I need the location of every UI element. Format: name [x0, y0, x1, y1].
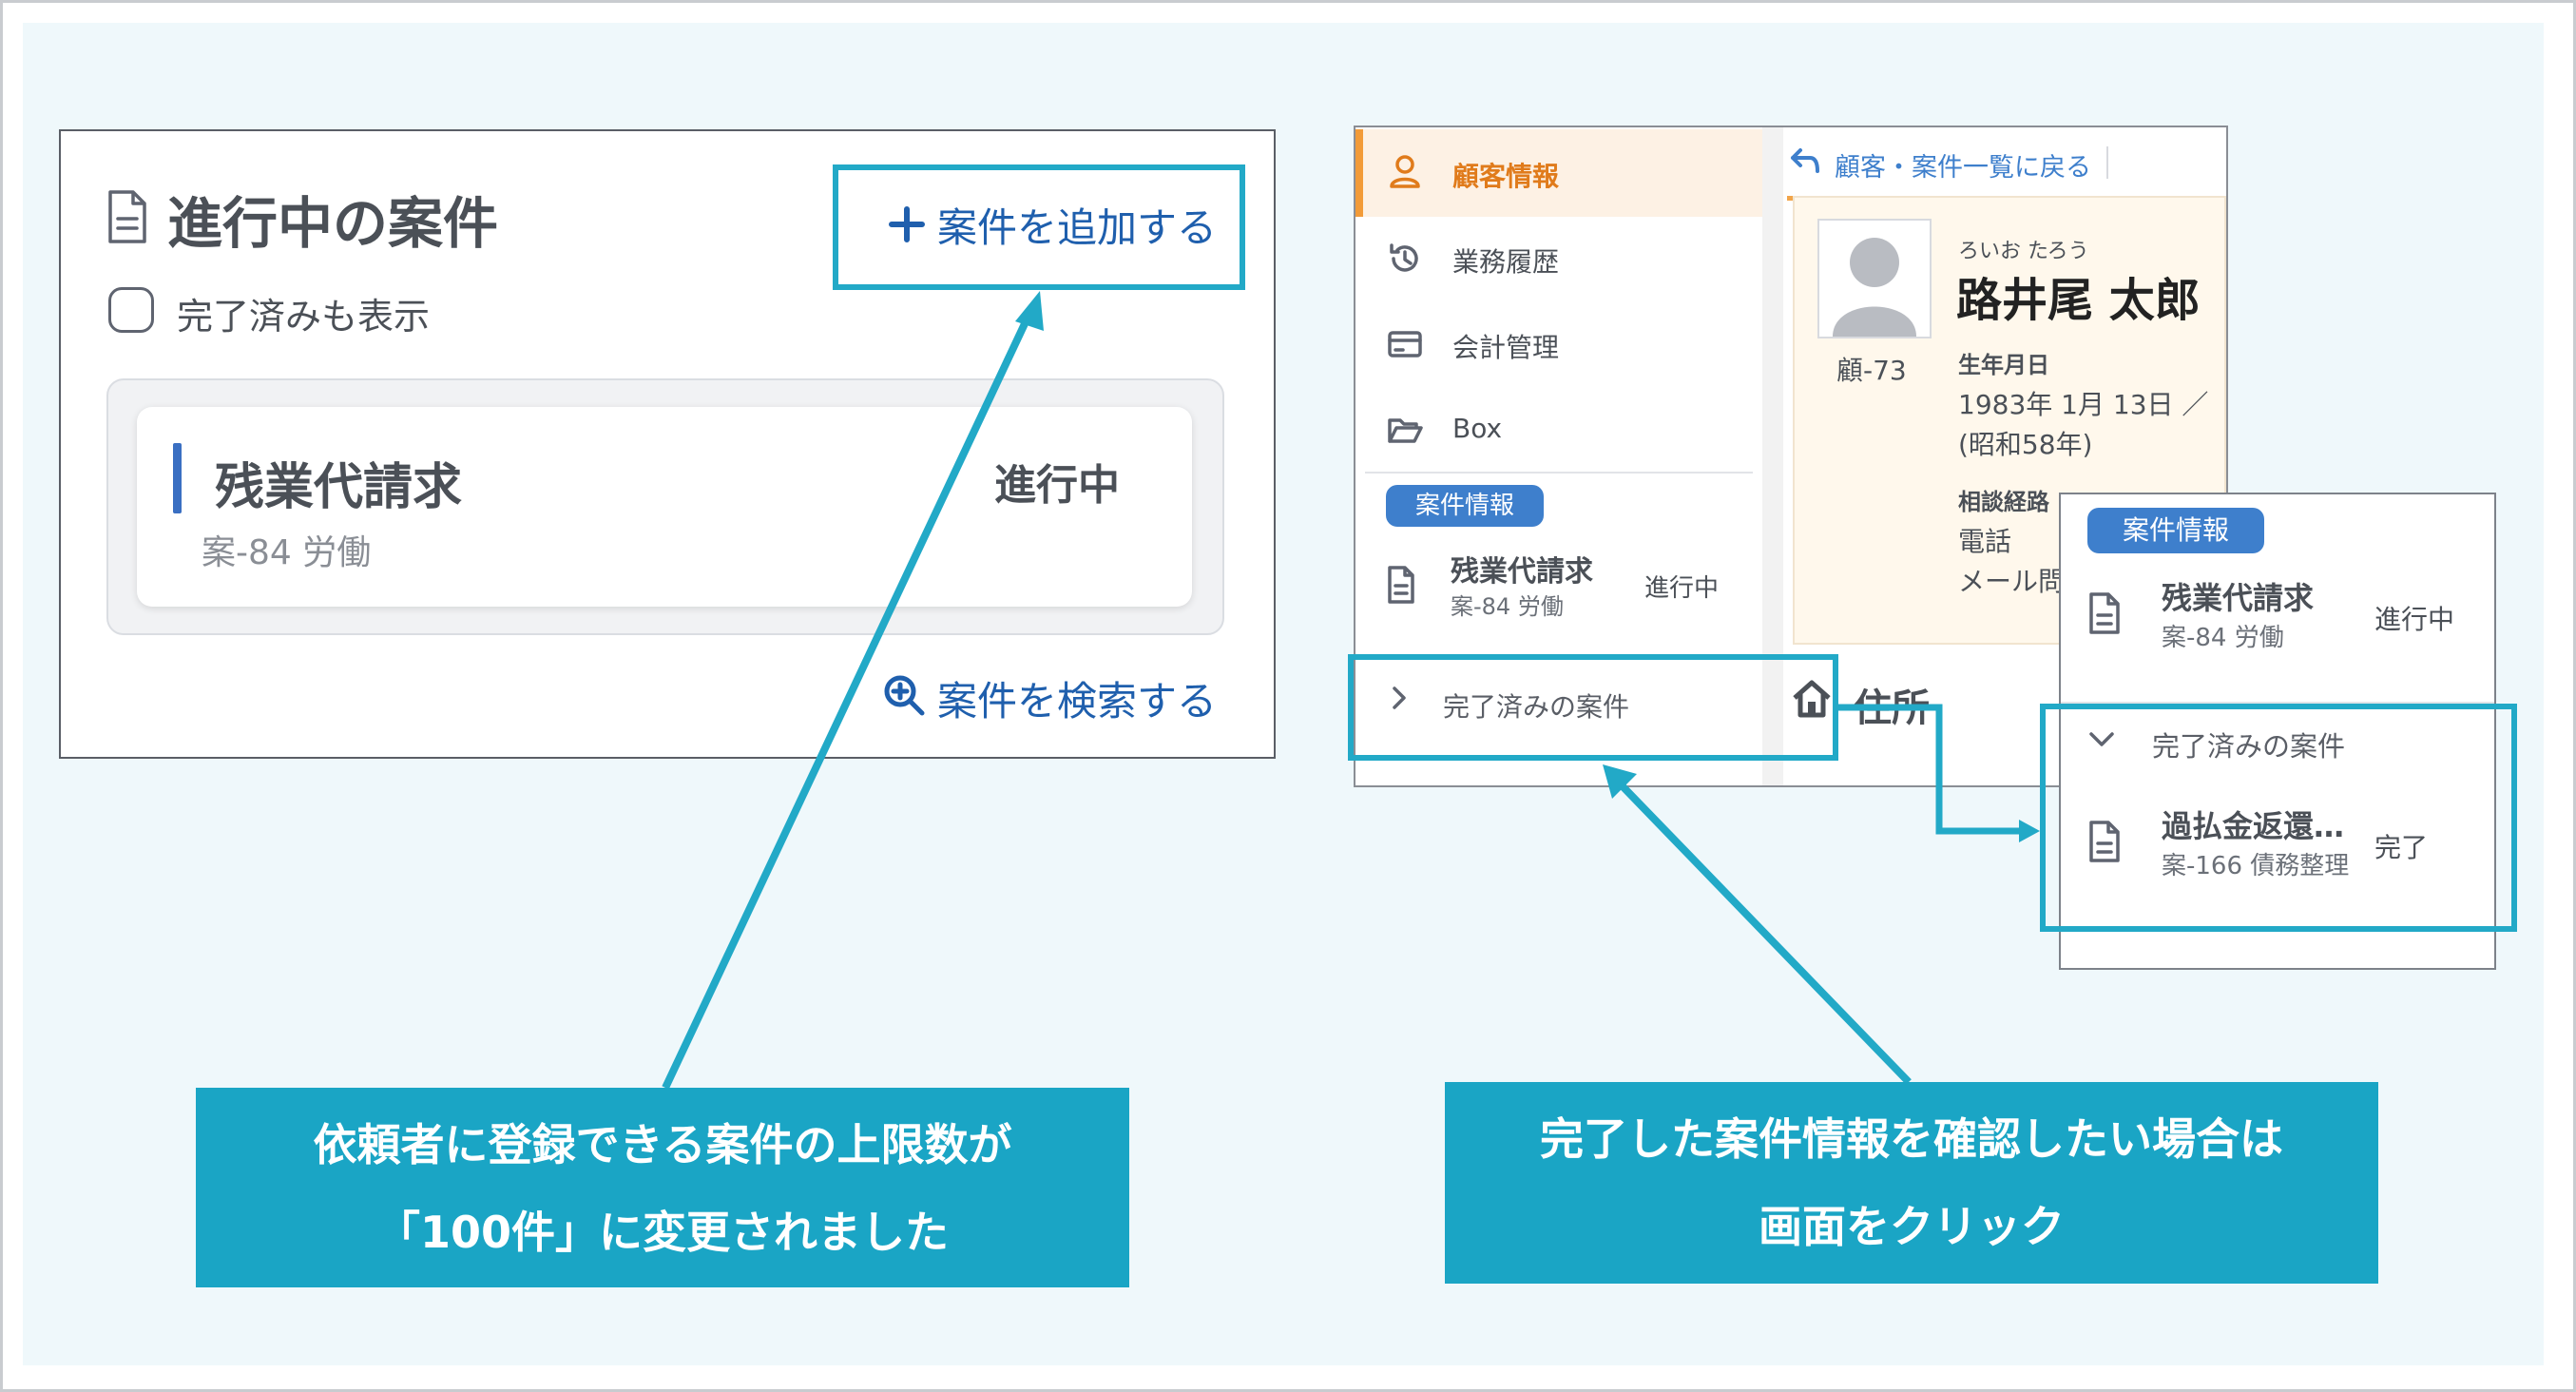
history-icon	[1390, 243, 1418, 272]
sidebar-case-status: 進行中	[1644, 574, 1720, 603]
document-icon	[108, 190, 146, 243]
sidebar-case-subtitle: 案-84 労働	[1451, 593, 1564, 620]
sidebar-case-title[interactable]: 残業代請求	[1451, 548, 1593, 590]
popup-case-info-badge: 案件情報	[2087, 508, 2264, 553]
sidebar-divider	[1365, 472, 1753, 474]
avatar-silhouette-icon	[1833, 238, 1916, 337]
left-callout: 依頼者に登録できる案件の上限数が 「100件」に変更されました	[196, 1088, 1129, 1287]
case-info-badge: 案件情報	[1386, 485, 1544, 527]
route-label: 相談経路	[1958, 489, 2049, 515]
customer-kana: ろいお たろう	[1958, 240, 2089, 263]
card-icon	[1388, 331, 1422, 358]
birth-label: 生年月日	[1958, 352, 2049, 378]
home-icon	[1793, 680, 1831, 718]
page-title: 進行中の案件	[167, 191, 499, 256]
highlight-popup-completed	[2040, 704, 2517, 932]
sidebar-item-box[interactable]: Box	[1452, 413, 1502, 444]
right-callout-line1: 完了した案件情報を確認したい場合は	[1540, 1113, 2283, 1165]
customer-id: 顧-73	[1836, 355, 1907, 386]
avatar	[1817, 219, 1932, 338]
document-icon	[1388, 566, 1414, 604]
show-completed-label: 完了済みも表示	[177, 296, 431, 338]
case-status: 進行中	[994, 461, 1120, 510]
address-section-title: 住所	[1854, 686, 1930, 730]
phone-label: 電話	[1958, 526, 2012, 557]
sidebar-active-indicator	[1355, 129, 1363, 217]
popup-active-case-title[interactable]: 残業代請求	[2162, 574, 2314, 618]
search-case-link[interactable]: 案件を検索する	[937, 669, 1217, 727]
left-callout-line1: 依頼者に登録できる案件の上限数が	[313, 1119, 1012, 1170]
customer-name: 路井尾 太郎	[1956, 274, 2201, 327]
popup-active-case-subtitle: 案-84 労働	[2162, 624, 2284, 652]
back-to-list-link[interactable]: 顧客・案件一覧に戻る	[1835, 146, 2091, 184]
search-plus-icon	[884, 675, 925, 716]
popup-active-case-status: 進行中	[2374, 604, 2455, 635]
show-completed-checkbox[interactable]	[108, 287, 154, 333]
person-icon	[1390, 155, 1420, 188]
sidebar-item-accounting[interactable]: 会計管理	[1452, 327, 1559, 365]
case-subtitle: 案-84 労働	[202, 533, 372, 572]
birth-value: 1983年 1月 13日 ／	[1958, 389, 2209, 420]
right-callout-line2: 画面をクリック	[1759, 1201, 2065, 1252]
left-callout-line2: 「100件」に変更されました	[375, 1207, 950, 1258]
sidebar-item-history[interactable]: 業務履歴	[1452, 242, 1559, 280]
era-value: (昭和58年)	[1958, 429, 2093, 460]
document-icon	[2089, 592, 2120, 634]
folder-icon	[1388, 418, 1423, 443]
plus-icon	[889, 206, 925, 242]
case-title: 残業代請求	[215, 459, 463, 516]
highlight-completed-cases	[1348, 654, 1838, 761]
mail-label: メール問	[1958, 566, 2066, 597]
sidebar-item-customer: 顧客情報	[1452, 161, 1560, 192]
add-case-button[interactable]: 案件を追加する	[937, 196, 1217, 254]
back-arrow-icon	[1791, 148, 1819, 173]
case-accent-bar	[173, 443, 182, 513]
toolbar-divider	[2106, 146, 2108, 179]
right-callout: 完了した案件情報を確認したい場合は 画面をクリック	[1445, 1082, 2378, 1284]
